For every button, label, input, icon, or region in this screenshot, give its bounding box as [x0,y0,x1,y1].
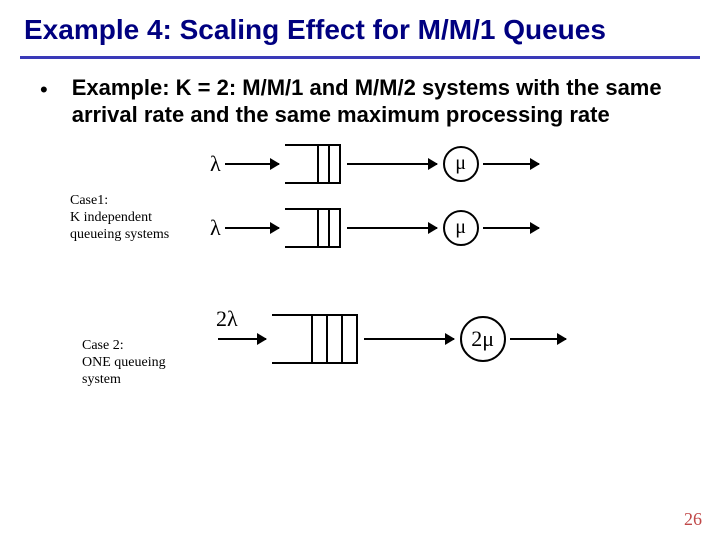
arrow-mid [364,338,454,340]
bullet-marker: • [40,75,72,128]
case1-queue-row-a: λ μ [210,144,539,184]
arrow-mid [347,227,437,229]
server-circle: μ [443,146,479,182]
queue-buffer [285,208,341,248]
arrow-mid [347,163,437,165]
mu-symbol: μ [455,216,466,239]
lambda-symbol: λ [210,151,221,177]
page-number: 26 [684,509,702,530]
case2-queue-row: 2λ 2μ [210,314,566,364]
arrow-in [225,227,279,229]
mu-symbol: μ [455,152,466,175]
server-circle-big: 2μ [460,316,506,362]
queue-buffer-big [272,314,358,364]
slide-title: Example 4: Scaling Effect for M/M/1 Queu… [0,0,720,50]
case1-queue-row-b: λ μ [210,208,539,248]
lambda-symbol: λ [210,215,221,241]
bullet-item: • Example: K = 2: M/M/1 and M/M/2 system… [0,59,720,128]
diagram-area: Case1: K independent queueing systems λ … [0,138,720,438]
arrow-out [510,338,566,340]
arrow-out [483,227,539,229]
arrow-in [225,163,279,165]
arrow-out [483,163,539,165]
arrow-in [218,338,266,340]
case1-caption: Case1: K independent queueing systems [70,193,169,243]
bullet-text: Example: K = 2: M/M/1 and M/M/2 systems … [72,75,696,128]
queue-buffer [285,144,341,184]
server-circle: μ [443,210,479,246]
two-mu-symbol: 2μ [471,326,494,352]
two-lambda-symbol: 2λ [216,306,238,332]
case2-caption: Case 2: ONE queueing system [82,338,166,388]
